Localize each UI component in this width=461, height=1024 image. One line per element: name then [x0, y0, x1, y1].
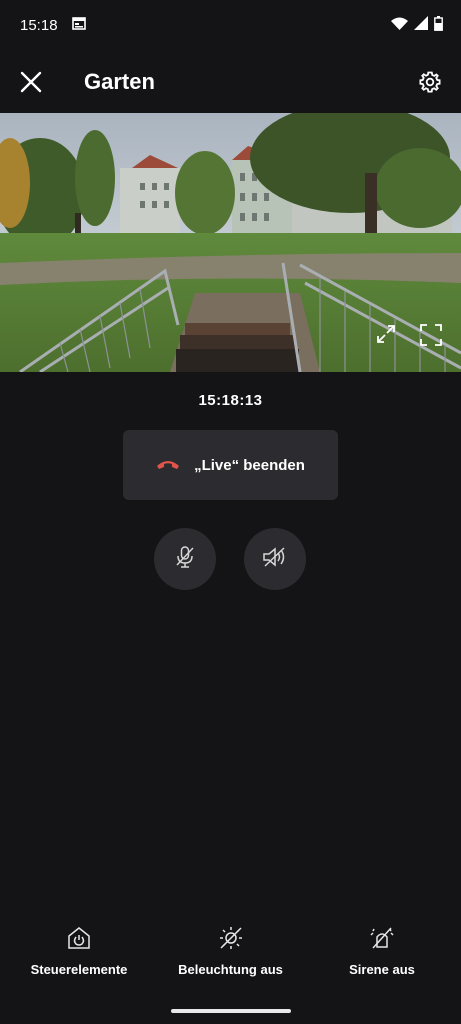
speaker-button[interactable] [244, 528, 306, 590]
hang-up-icon [156, 457, 180, 474]
microphone-button[interactable] [154, 528, 216, 590]
siren-off-button[interactable]: Sirene aus [307, 925, 457, 995]
signal-icon [414, 16, 428, 34]
siren-off-label: Sirene aus [349, 962, 415, 977]
controls-button[interactable]: Steuerelemente [4, 925, 154, 995]
app-bar: Garten [0, 52, 461, 112]
status-time: 15:18 [20, 16, 58, 34]
status-bar: 15:18 [0, 0, 461, 50]
siren-off-icon [369, 925, 395, 954]
expand-icon[interactable] [375, 323, 397, 352]
home-power-icon [66, 925, 92, 954]
camera-feed[interactable] [0, 113, 461, 372]
controls-label: Steuerelemente [30, 962, 128, 977]
end-live-label: „Live“ beenden [194, 456, 305, 474]
home-indicator[interactable] [171, 1009, 291, 1013]
battery-icon [434, 15, 443, 35]
bottom-action-bar: Steuerelemente Beleuchtung aus Sirene au… [0, 925, 461, 995]
light-off-label: Beleuchtung aus [178, 962, 283, 977]
light-off-icon [218, 925, 244, 954]
video-timestamp: 15:18:13 [198, 392, 263, 409]
end-live-button[interactable]: „Live“ beenden [123, 430, 338, 500]
fullscreen-icon[interactable] [419, 323, 443, 352]
close-icon[interactable] [16, 67, 46, 97]
page-title: Garten [84, 69, 155, 94]
microphone-off-icon [174, 545, 196, 574]
speaker-off-icon [262, 546, 288, 573]
calendar-icon [71, 16, 86, 34]
wifi-icon [391, 17, 408, 34]
light-off-button[interactable]: Beleuchtung aus [156, 925, 306, 995]
gear-icon[interactable] [415, 67, 445, 97]
